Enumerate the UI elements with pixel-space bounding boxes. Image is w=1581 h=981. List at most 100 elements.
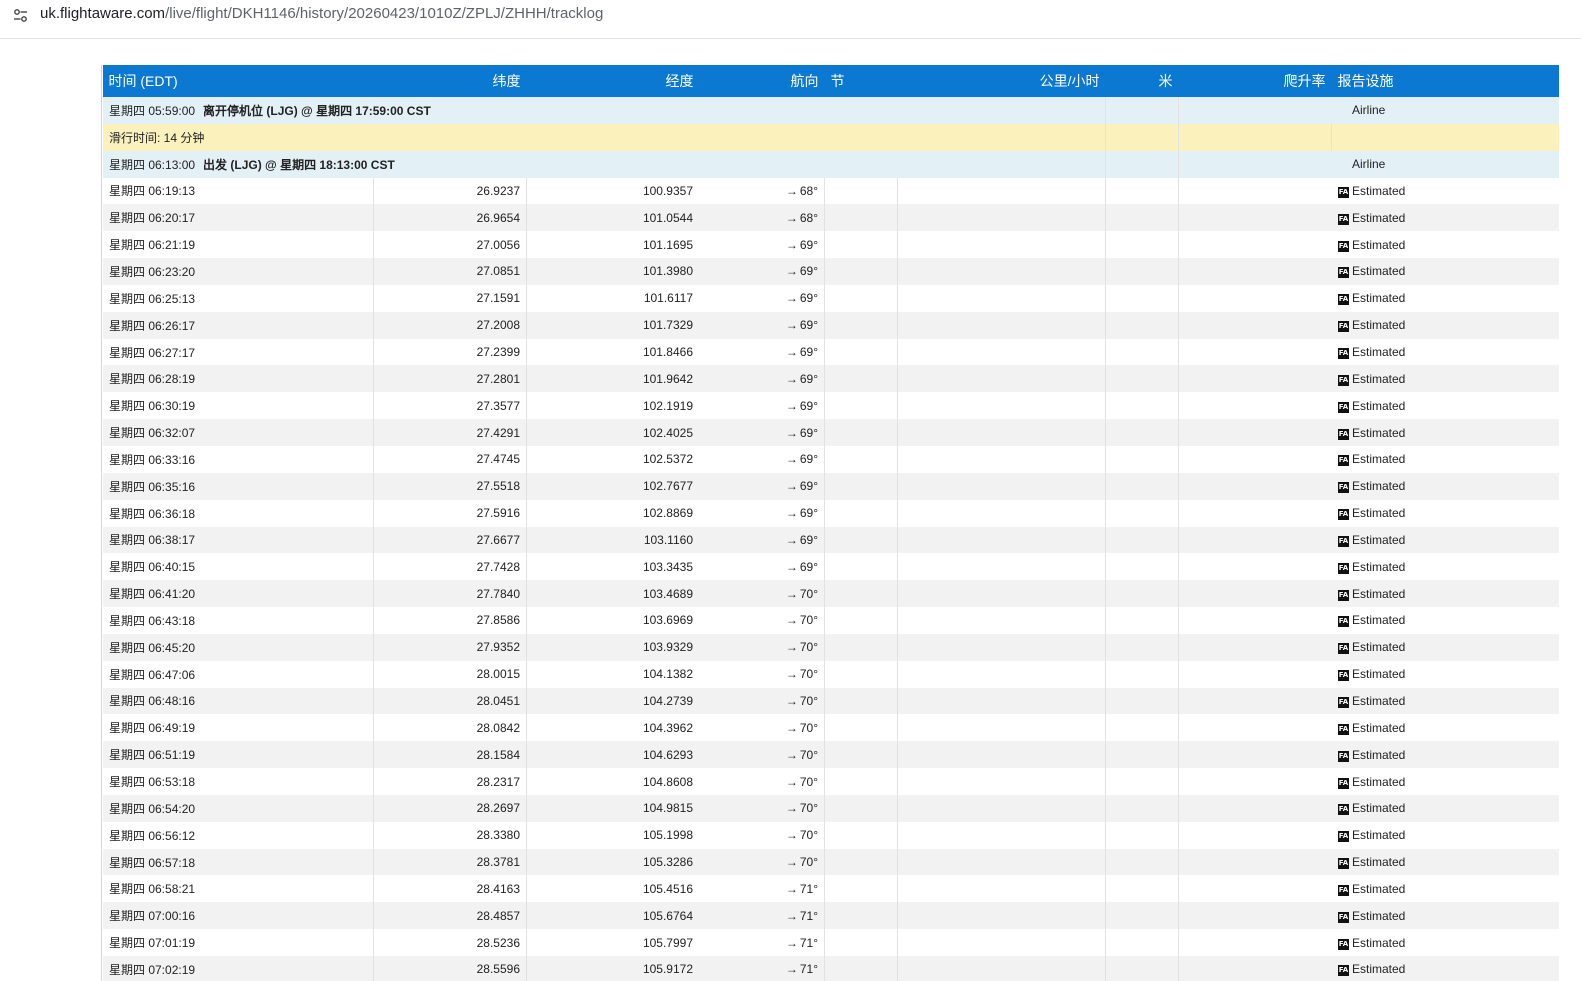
- flightaware-fa-icon: FA: [1338, 428, 1349, 440]
- heading-value: 69°: [799, 237, 818, 252]
- climb-rate-cell: [1178, 714, 1332, 742]
- climb-rate-cell: [1178, 768, 1332, 795]
- time-cell: 星期四 06:58:21: [109, 882, 196, 897]
- heading-value: 70°: [799, 693, 818, 708]
- table-row: 星期四 06:43:18 27.8586 103.6969 → 70° FA Estimat…: [102, 607, 1559, 634]
- longitude-cell: 104.8608: [526, 768, 700, 795]
- kmh-cell: [897, 929, 1106, 956]
- header-longitude[interactable]: 经度: [527, 65, 700, 97]
- url-text[interactable]: uk.flightaware.com/live/flight/DKH1146/h…: [40, 5, 603, 22]
- latitude-cell: 27.2399: [373, 338, 527, 366]
- facility-cell: FA Estimated: [1332, 956, 1560, 981]
- climb-rate-cell: [1178, 956, 1332, 981]
- heading-cell: → 71°: [700, 875, 825, 902]
- facility-cell: FA Estimated: [1332, 553, 1560, 580]
- table-row: 星期四 06:56:12 28.3380 105.1998 → 70° FA Estimat…: [102, 821, 1560, 849]
- table-row: 星期四 06:19:13 26.9237 100.9357 → 68° FA Estimat…: [102, 177, 1559, 205]
- heading-cell: → 69°: [700, 392, 825, 419]
- time-cell: 星期四 06:26:17: [109, 318, 196, 333]
- knots-cell: [824, 902, 898, 930]
- longitude-cell: 105.1998: [526, 821, 700, 849]
- flightaware-fa-icon: FA: [1338, 348, 1349, 360]
- flightaware-fa-icon: FA: [1338, 804, 1349, 816]
- latitude-cell: 27.0851: [373, 258, 527, 285]
- longitude-cell: 105.3286: [526, 848, 700, 876]
- longitude-cell: 101.1695: [526, 231, 700, 259]
- tune-settings-icon[interactable]: [12, 7, 30, 25]
- facility-cell: Airline: [1352, 157, 1386, 172]
- kmh-cell: [897, 177, 1106, 205]
- header-latitude[interactable]: 纬度: [374, 65, 527, 97]
- header-time[interactable]: 时间 (EDT): [103, 65, 374, 97]
- climb-rate-cell: [1178, 902, 1332, 930]
- heading-arrow-icon: →: [785, 720, 798, 735]
- heading-cell: → 70°: [700, 688, 825, 715]
- time-cell: 星期四 06:28:19: [109, 372, 196, 387]
- estimated-label: Estimated: [1352, 371, 1406, 386]
- knots-cell: [824, 365, 898, 393]
- knots-cell: [824, 499, 898, 527]
- knots-cell: [824, 607, 898, 634]
- header-heading[interactable]: 航向: [700, 65, 825, 97]
- estimated-label: Estimated: [1352, 183, 1406, 198]
- heading-value: 70°: [799, 613, 818, 628]
- heading-cell: → 69°: [700, 231, 825, 258]
- table-row: 星期四 06:58:21 28.4163 105.4516 → 71° FA Estimat…: [102, 875, 1559, 903]
- header-kmh[interactable]: 公里/小时: [898, 65, 1106, 97]
- header-facility[interactable]: 报告设施: [1332, 65, 1560, 97]
- flightaware-fa-icon: FA: [1338, 831, 1349, 843]
- table-row: 星期四 06:36:18 27.5916 102.8869 → 69° FA Estimat…: [102, 499, 1560, 527]
- climb-rate-cell: [1178, 607, 1332, 634]
- flightaware-fa-icon: FA: [1338, 455, 1349, 467]
- time-cell: 星期四 06:56:12: [109, 828, 196, 843]
- meters-cell: [1105, 580, 1179, 608]
- facility-cell: FA Estimated: [1332, 929, 1560, 956]
- meters-cell: [1105, 714, 1179, 742]
- header-knots[interactable]: 节: [825, 65, 898, 97]
- header-meters[interactable]: 米: [1106, 65, 1179, 97]
- heading-arrow-icon: →: [785, 828, 798, 843]
- knots-cell: [824, 231, 898, 259]
- meters-cell: [1105, 929, 1179, 956]
- meters-cell: [1105, 258, 1179, 285]
- meters-cell: [1105, 633, 1179, 661]
- heading-arrow-icon: →: [785, 479, 798, 494]
- empty-cell: [1178, 150, 1332, 178]
- table-row: 星期四 06:32:07 27.4291 102.4025 → 69° FA Estimat…: [102, 419, 1559, 446]
- header-climb-rate[interactable]: 爬升率: [1179, 65, 1332, 97]
- longitude-cell: 104.6293: [526, 741, 700, 769]
- table-row: 星期四 06:57:18 28.3781 105.3286 → 70° FA Estimat…: [102, 848, 1559, 876]
- heading-cell: → 69°: [700, 473, 825, 500]
- facility-cell: FA Estimated: [1332, 339, 1560, 366]
- tracklog-table-container: 时间 (EDT) 纬度 经度 航向 节 公里/小时 米 爬升率 报告设施 星期四…: [101, 65, 1559, 981]
- meters-cell: [1105, 660, 1179, 688]
- knots-cell: [824, 929, 898, 956]
- browser-address-bar[interactable]: uk.flightaware.com/live/flight/DKH1146/h…: [0, 0, 1581, 39]
- time-cell: 星期四 06:54:20: [109, 801, 196, 816]
- meters-cell: [1105, 231, 1179, 259]
- longitude-cell: 102.8869: [526, 499, 700, 527]
- longitude-cell: 103.3435: [526, 553, 700, 581]
- time-cell: 星期四 06:32:07: [109, 426, 196, 441]
- table-row: 星期四 06:27:17 27.2399 101.8466 → 69° FA Estimat…: [102, 338, 1560, 366]
- meters-cell: [1105, 204, 1179, 232]
- estimated-label: Estimated: [1352, 425, 1406, 440]
- table-row: 星期四 06:30:19 27.3577 102.1919 → 69° FA Estimat…: [102, 392, 1559, 420]
- taxi-time-label: 滑行时间: 14 分钟: [109, 130, 205, 145]
- facility-cell: FA Estimated: [1332, 500, 1560, 527]
- heading-arrow-icon: →: [785, 425, 798, 440]
- latitude-cell: 27.8586: [373, 607, 527, 634]
- facility-cell: FA Estimated: [1332, 822, 1560, 849]
- longitude-cell: 105.6764: [526, 902, 700, 930]
- estimated-label: Estimated: [1352, 586, 1406, 601]
- knots-cell: [824, 794, 898, 822]
- kmh-cell: [897, 472, 1106, 500]
- estimated-label: Estimated: [1352, 747, 1406, 762]
- event-label: 离开停机位 (LJG) @ 星期四 17:59:00 CST: [203, 103, 431, 118]
- meters-cell: [1105, 902, 1179, 930]
- facility-cell: FA Estimated: [1332, 902, 1560, 929]
- time-cell: 星期四 07:02:19: [109, 962, 196, 977]
- heading-arrow-icon: →: [785, 210, 798, 225]
- knots-cell: [824, 445, 898, 473]
- facility-cell: FA Estimated: [1332, 204, 1560, 231]
